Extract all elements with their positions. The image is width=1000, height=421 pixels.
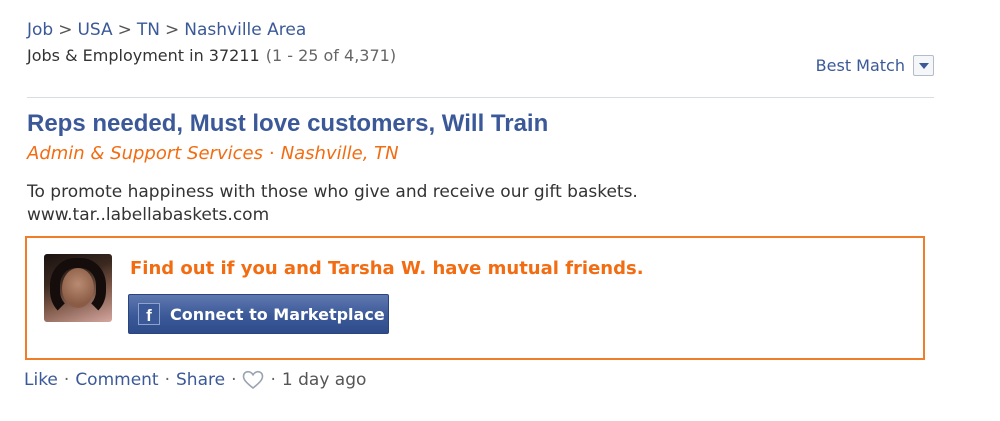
breadcrumb: Job > USA > TN > Nashville Area bbox=[27, 20, 306, 40]
avatar[interactable] bbox=[44, 254, 112, 322]
listing-description: To promote happiness with those who give… bbox=[27, 181, 638, 227]
breadcrumb-nashville-area[interactable]: Nashville Area bbox=[184, 20, 306, 40]
listing-meta: Admin & Support Services · Nashville, TN bbox=[27, 143, 399, 164]
results-heading-text: Jobs & Employment in 37211 bbox=[27, 46, 260, 65]
meta-separator: · bbox=[268, 143, 275, 164]
facebook-icon: f bbox=[138, 303, 160, 325]
connect-button-label: Connect to Marketplace bbox=[170, 304, 385, 324]
sort-dropdown[interactable]: Best Match bbox=[816, 55, 934, 76]
listing-title[interactable]: Reps needed, Must love customers, Will T… bbox=[27, 110, 548, 138]
listing-location[interactable]: Nashville, TN bbox=[281, 143, 399, 164]
results-heading: Jobs & Employment in 37211 (1 - 25 of 4,3… bbox=[27, 46, 396, 65]
comment-link[interactable]: Comment bbox=[75, 370, 158, 390]
listing-url: www.tar..labellabaskets.com bbox=[27, 205, 270, 225]
sort-label[interactable]: Best Match bbox=[816, 56, 905, 75]
breadcrumb-usa[interactable]: USA bbox=[77, 20, 112, 40]
breadcrumb-separator: > bbox=[117, 20, 132, 40]
action-separator: · bbox=[270, 370, 276, 390]
breadcrumb-job[interactable]: Job bbox=[27, 20, 53, 40]
listing-description-text: To promote happiness with those who give… bbox=[27, 182, 638, 202]
connect-to-marketplace-button[interactable]: f Connect to Marketplace bbox=[128, 294, 389, 334]
action-separator: · bbox=[231, 370, 237, 390]
promo-text: Find out if you and Tarsha W. have mutua… bbox=[130, 258, 644, 279]
action-bar: Like · Comment · Share · · 1 day ago bbox=[24, 370, 366, 390]
mutual-friends-promo: Find out if you and Tarsha W. have mutua… bbox=[25, 236, 925, 360]
like-link[interactable]: Like bbox=[24, 370, 58, 390]
action-separator: · bbox=[164, 370, 171, 390]
action-separator: · bbox=[63, 370, 70, 390]
chevron-down-icon[interactable] bbox=[913, 55, 934, 76]
results-count: (1 - 25 of 4,371) bbox=[265, 46, 397, 65]
listing-category[interactable]: Admin & Support Services bbox=[27, 143, 263, 164]
heart-icon[interactable] bbox=[242, 370, 264, 390]
breadcrumb-separator: > bbox=[58, 20, 73, 40]
breadcrumb-tn[interactable]: TN bbox=[137, 20, 160, 40]
timestamp: 1 day ago bbox=[281, 370, 367, 390]
breadcrumb-separator: > bbox=[165, 20, 180, 40]
share-link[interactable]: Share bbox=[176, 370, 225, 390]
divider bbox=[27, 97, 934, 98]
